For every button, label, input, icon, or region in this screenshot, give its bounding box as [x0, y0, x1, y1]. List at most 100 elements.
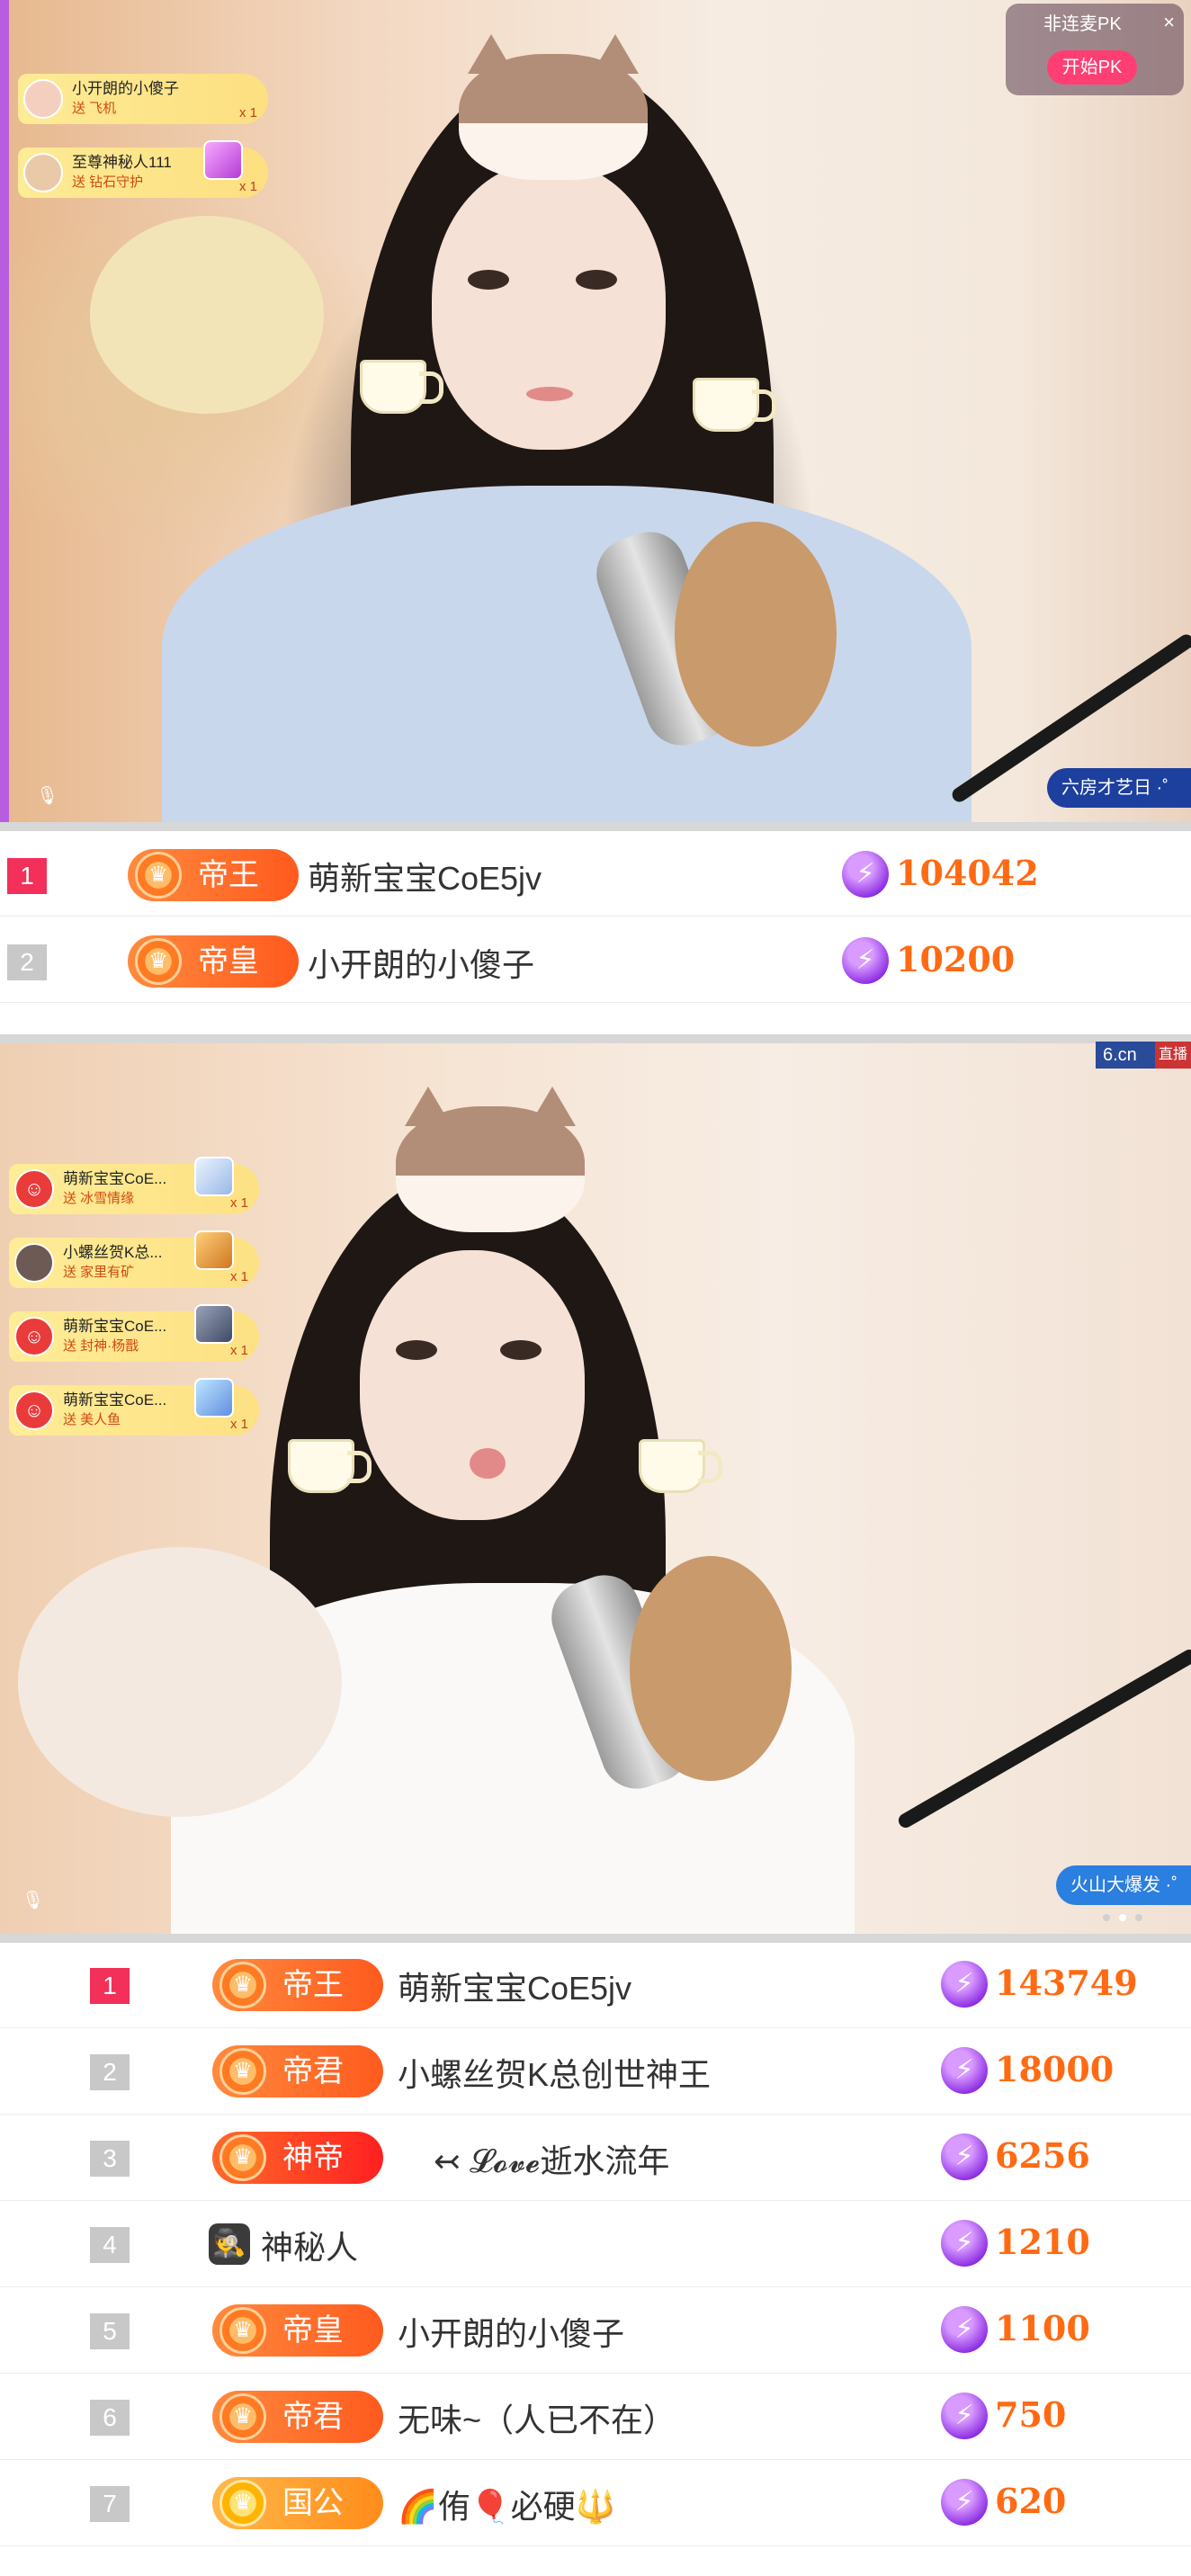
user-name: ↢ 𝓛𝓸𝓿𝓮逝水流年	[434, 2142, 670, 2179]
live-video-1[interactable]: 小开朗的小傻子 送 飞机 x 1 至尊神秘人111 送 钻石守护 x 1 非连麦…	[0, 0, 1191, 826]
streamer-eye	[396, 1340, 437, 1360]
coffee-cup-sticker	[360, 360, 443, 414]
table-row[interactable]: 1 ♛ 帝王 萌新宝宝CoE5jv ⚡ 104042	[0, 831, 1191, 917]
badge-label: 国公	[282, 2486, 344, 2520]
medal-icon: ♛	[135, 938, 182, 985]
streamer-lips	[526, 387, 573, 401]
rank-badge: ♛ 帝君	[212, 2391, 383, 2443]
mic-icon[interactable]: 🎙	[22, 1889, 44, 1911]
coffee-cup-sticker	[639, 1439, 722, 1493]
table-row[interactable]: 2 ♛ 帝皇 小开朗的小傻子 ⚡ 10200	[0, 917, 1191, 1003]
gift-action: 送 钻石守护	[72, 174, 144, 190]
badge-label: 帝王	[198, 858, 259, 892]
gift-count: x 1	[229, 1195, 248, 1211]
divider	[0, 822, 1191, 831]
medal-icon: ♛	[135, 852, 182, 899]
sofa	[18, 1547, 342, 1817]
table-row[interactable]: 1 ♛ 帝王 萌新宝宝CoE5jv ⚡ 143749	[0, 1943, 1191, 2028]
score-value: 104042	[896, 853, 1039, 893]
table-row[interactable]: 2 ♛ 帝君 小螺丝贺K总创世神王 ⚡ 18000	[0, 2029, 1191, 2115]
table-row[interactable]: 7 ♛ 国公 🌈侑🎈必硬🔱 ⚡ 620	[0, 2461, 1191, 2546]
pk-label: 非连麦PK	[1043, 14, 1122, 34]
score-value: 620	[995, 2481, 1067, 2521]
table-row[interactable]: 6 ♛ 帝君 无味~（人已不在） ⚡ 750	[0, 2375, 1191, 2460]
site-logo: 6.cn 直播	[1096, 1042, 1191, 1069]
rank-number: 4	[90, 2227, 130, 2263]
gift-image	[194, 1230, 234, 1270]
gift-action: 送 美人鱼	[63, 1412, 121, 1427]
table-row[interactable]: 5 ♛ 帝皇 小开朗的小傻子 ⚡ 1100	[0, 2288, 1191, 2374]
gift-toast: 小螺丝贺K总... 送 家里有矿 x 1	[9, 1230, 259, 1288]
dot[interactable]	[1103, 1914, 1110, 1921]
gift-image	[203, 140, 243, 180]
lightning-icon: ⚡	[941, 2133, 988, 2180]
lightning-icon: ⚡	[941, 2306, 988, 2353]
badge-label: 帝王	[282, 1968, 344, 2002]
user-avatar: ☺	[14, 1391, 54, 1430]
cat-sticker	[396, 1087, 585, 1232]
user-avatar: ☺	[14, 1317, 54, 1356]
lightning-icon: ⚡	[941, 1961, 988, 2008]
user-name: 萌新宝宝CoE5jv	[308, 860, 542, 897]
badge-label: 帝君	[282, 2054, 344, 2089]
user-name: 小开朗的小傻子	[308, 946, 535, 983]
rank-badge: ♛ 神帝	[212, 2132, 383, 2184]
table-row[interactable]: 4 🕵 神秘人 ⚡ 1210	[0, 2202, 1191, 2287]
live-video-2[interactable]: ☺ 萌新宝宝CoE... 送 冰雪情缘 x 1 小螺丝贺K总... 送 家里有矿…	[0, 1043, 1191, 1934]
user-avatar	[23, 153, 63, 192]
gift-sender: 至尊神秘人111	[72, 154, 172, 171]
lightning-icon: ⚡	[941, 2220, 988, 2267]
rank-number: 5	[90, 2313, 130, 2349]
gift-count: x 1	[229, 1269, 248, 1284]
gift-toast: ☺ 萌新宝宝CoE... 送 封神·杨戬 x 1	[9, 1304, 259, 1362]
gift-action: 送 冰雪情缘	[63, 1191, 135, 1206]
mic-icon[interactable]: 🎙	[36, 784, 58, 807]
gift-toast: 小开朗的小傻子 送 飞机 x 1	[18, 74, 268, 124]
gift-image	[194, 1157, 234, 1196]
medal-icon: ♛	[219, 2134, 266, 2181]
logo-text: 6.cn	[1103, 1045, 1137, 1065]
leaderboard-1: 1 ♛ 帝王 萌新宝宝CoE5jv ⚡ 104042 2 ♛ 帝皇 小开朗的小傻子 …	[0, 831, 1191, 1016]
close-icon[interactable]: ×	[1163, 11, 1175, 34]
gift-action: 送 封神·杨戬	[63, 1338, 139, 1354]
lightning-icon: ⚡	[842, 851, 889, 898]
gift-sender: 小开朗的小傻子	[72, 80, 179, 97]
score-value: 1100	[995, 2308, 1090, 2348]
rank-number: 1	[7, 858, 47, 894]
rank-number: 6	[90, 2400, 130, 2436]
user-avatar	[23, 79, 63, 119]
user-name: 无味~（人已不在）	[398, 2402, 676, 2438]
gift-sender: 萌新宝宝CoE...	[63, 1391, 167, 1409]
coffee-cup-sticker	[288, 1439, 372, 1493]
rank-badge: ♛ 帝王	[128, 849, 299, 901]
dot[interactable]	[1135, 1914, 1142, 1921]
medal-icon: ♛	[219, 2307, 266, 2354]
medal-icon: ♛	[219, 2480, 266, 2527]
rank-badge: ♛ 帝君	[212, 2045, 383, 2097]
start-pk-button[interactable]: 开始PK	[1047, 50, 1137, 85]
gift-sender: 萌新宝宝CoE...	[63, 1318, 167, 1335]
rank-number: 3	[90, 2141, 130, 2177]
dot[interactable]	[1119, 1914, 1126, 1921]
streamer-eye	[500, 1340, 542, 1360]
gift-count: x 1	[238, 179, 257, 194]
user-name: 小开朗的小傻子	[398, 2315, 625, 2352]
gift-count: x 1	[238, 105, 257, 121]
badge-label: 神帝	[282, 2141, 344, 2175]
user-name: 萌新宝宝CoE5jv	[398, 1970, 632, 2007]
teddy-bear	[630, 1556, 792, 1781]
streamer-sweater	[162, 486, 972, 826]
mystery-user-icon: 🕵	[209, 2223, 250, 2265]
gift-image	[194, 1378, 234, 1418]
gift-count: x 1	[229, 1343, 248, 1358]
streamer-lips	[470, 1448, 506, 1479]
table-row[interactable]: 3 ♛ 神帝 ↢ 𝓛𝓸𝓿𝓮逝水流年 ⚡ 6256	[0, 2115, 1191, 2201]
leaderboard-2: 1 ♛ 帝王 萌新宝宝CoE5jv ⚡ 143749 2 ♛ 帝君 小螺丝贺K总创世…	[0, 1943, 1191, 2576]
score-value: 143749	[995, 1963, 1138, 2003]
room-tag[interactable]: 六房才艺日 ·˚	[1047, 768, 1191, 808]
mic-arm	[896, 1647, 1191, 1830]
gift-sender: 小螺丝贺K总...	[63, 1244, 163, 1261]
rank-badge: ♛ 帝皇	[212, 2304, 383, 2357]
room-tag[interactable]: 火山大爆发 ·˚	[1056, 1865, 1191, 1905]
score-value: 750	[995, 2394, 1067, 2435]
